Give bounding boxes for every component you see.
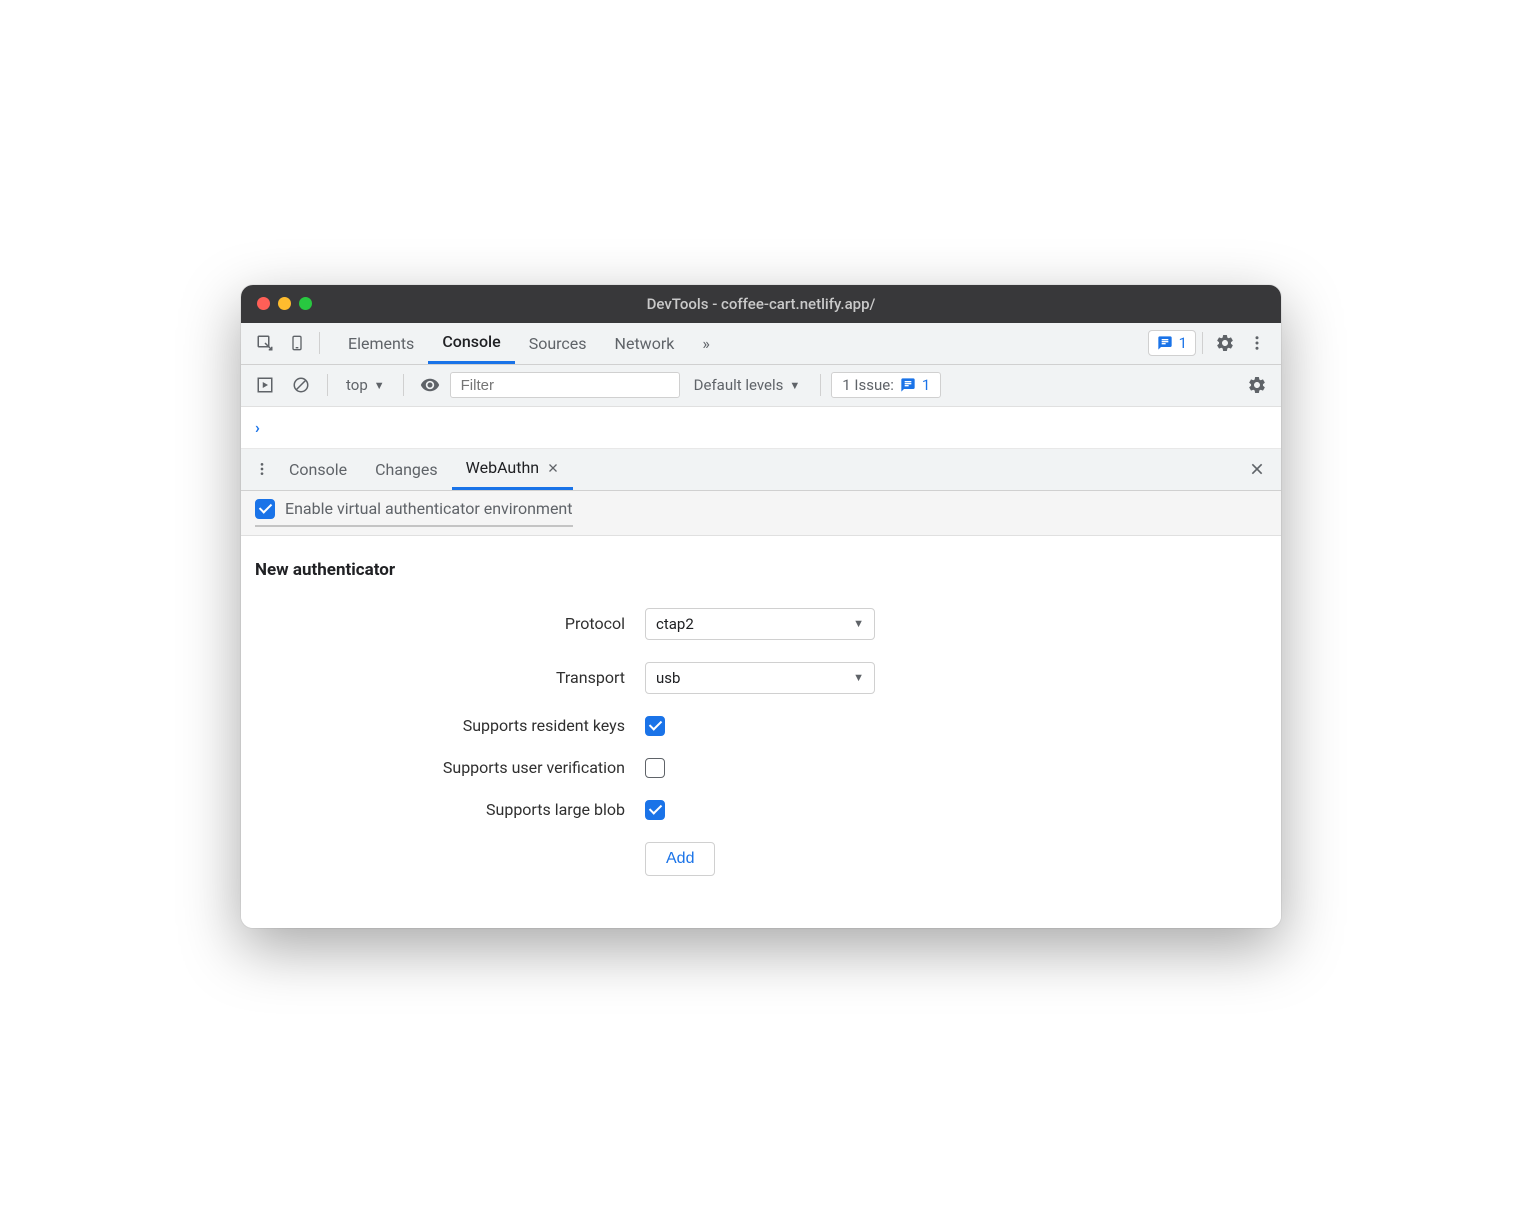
console-toolbar: top ▼ Default levels ▼ 1 Issue: 1 [241, 365, 1281, 407]
execution-context-select[interactable]: top ▼ [338, 376, 393, 394]
window-minimize-button[interactable] [278, 297, 291, 310]
inspect-element-icon[interactable] [249, 327, 281, 359]
chevron-down-icon: ▼ [789, 379, 800, 392]
protocol-select[interactable]: ctap2 ▼ [645, 608, 875, 640]
divider [1202, 332, 1203, 354]
console-body[interactable]: › [241, 407, 1281, 449]
console-settings-icon[interactable] [1241, 369, 1273, 401]
devtools-window: DevTools - coffee-cart.netlify.app/ Elem… [241, 285, 1281, 928]
protocol-row: Protocol ctap2 ▼ [255, 608, 1267, 640]
drawer-tab-webauthn[interactable]: WebAuthn [452, 448, 573, 490]
user-verification-checkbox[interactable] [645, 758, 665, 778]
divider [403, 374, 404, 396]
enable-label: Enable virtual authenticator environment [285, 499, 573, 518]
transport-label: Transport [255, 668, 645, 687]
tab-console[interactable]: Console [428, 322, 514, 364]
large-blob-row: Supports large blob [255, 800, 1267, 820]
traffic-lights [257, 297, 312, 310]
resident-keys-label: Supports resident keys [255, 716, 645, 735]
log-levels-select[interactable]: Default levels ▼ [684, 376, 811, 394]
section-title: New authenticator [255, 560, 1267, 580]
webauthn-panel: New authenticator Protocol ctap2 ▼ Trans… [241, 536, 1281, 928]
settings-icon[interactable] [1209, 327, 1241, 359]
window-title: DevTools - coffee-cart.netlify.app/ [241, 295, 1281, 313]
chevron-down-icon: ▼ [853, 671, 864, 684]
console-prompt-icon: › [255, 418, 260, 437]
issues-count: 1 [1179, 334, 1187, 352]
user-verification-label: Supports user verification [255, 758, 645, 777]
issues-counter[interactable]: 1 Issue: 1 [831, 372, 941, 398]
message-icon [1157, 335, 1173, 351]
device-toolbar-icon[interactable] [281, 327, 313, 359]
window-maximize-button[interactable] [299, 297, 312, 310]
more-icon[interactable] [1241, 327, 1273, 359]
titlebar: DevTools - coffee-cart.netlify.app/ [241, 285, 1281, 323]
close-tab-icon[interactable] [547, 462, 559, 474]
drawer-tab-label: WebAuthn [466, 458, 539, 477]
toggle-sidebar-icon[interactable] [249, 369, 281, 401]
resident-keys-row: Supports resident keys [255, 716, 1267, 736]
divider [327, 374, 328, 396]
chevron-down-icon: ▼ [853, 617, 864, 630]
issues-badge[interactable]: 1 [1148, 330, 1196, 356]
tabs-overflow[interactable]: » [688, 322, 724, 364]
divider [319, 332, 320, 354]
drawer-tab-changes[interactable]: Changes [361, 448, 452, 490]
transport-row: Transport usb ▼ [255, 662, 1267, 694]
resident-keys-checkbox[interactable] [645, 716, 665, 736]
context-label: top [346, 376, 368, 394]
drawer-tabs: Console Changes WebAuthn [241, 449, 1281, 491]
add-button[interactable]: Add [645, 842, 715, 876]
live-expression-icon[interactable] [414, 369, 446, 401]
issues-count: 1 [922, 376, 930, 394]
close-drawer-icon[interactable] [1241, 453, 1273, 485]
main-toolbar: Elements Console Sources Network » 1 [241, 323, 1281, 365]
tab-network[interactable]: Network [601, 322, 689, 364]
drawer-more-icon[interactable] [249, 453, 275, 485]
enable-virtual-authenticator-checkbox[interactable] [255, 499, 275, 519]
protocol-label: Protocol [255, 614, 645, 633]
tab-elements[interactable]: Elements [334, 322, 428, 364]
window-close-button[interactable] [257, 297, 270, 310]
clear-console-icon[interactable] [285, 369, 317, 401]
divider [820, 374, 821, 396]
large-blob-checkbox[interactable] [645, 800, 665, 820]
levels-label: Default levels [694, 376, 784, 394]
large-blob-label: Supports large blob [255, 800, 645, 819]
filter-input[interactable] [450, 372, 680, 398]
message-icon [900, 377, 916, 393]
protocol-value: ctap2 [656, 615, 694, 633]
chevron-down-icon: ▼ [374, 379, 385, 392]
user-verification-row: Supports user verification [255, 758, 1267, 778]
transport-select[interactable]: usb ▼ [645, 662, 875, 694]
main-tabs: Elements Console Sources Network » [334, 322, 724, 364]
drawer-tab-console[interactable]: Console [275, 448, 361, 490]
transport-value: usb [656, 669, 680, 687]
issues-label: 1 Issue: [842, 376, 894, 394]
add-row: Add [255, 842, 1267, 876]
enable-bar: Enable virtual authenticator environment [241, 491, 1281, 536]
tab-sources[interactable]: Sources [515, 322, 601, 364]
